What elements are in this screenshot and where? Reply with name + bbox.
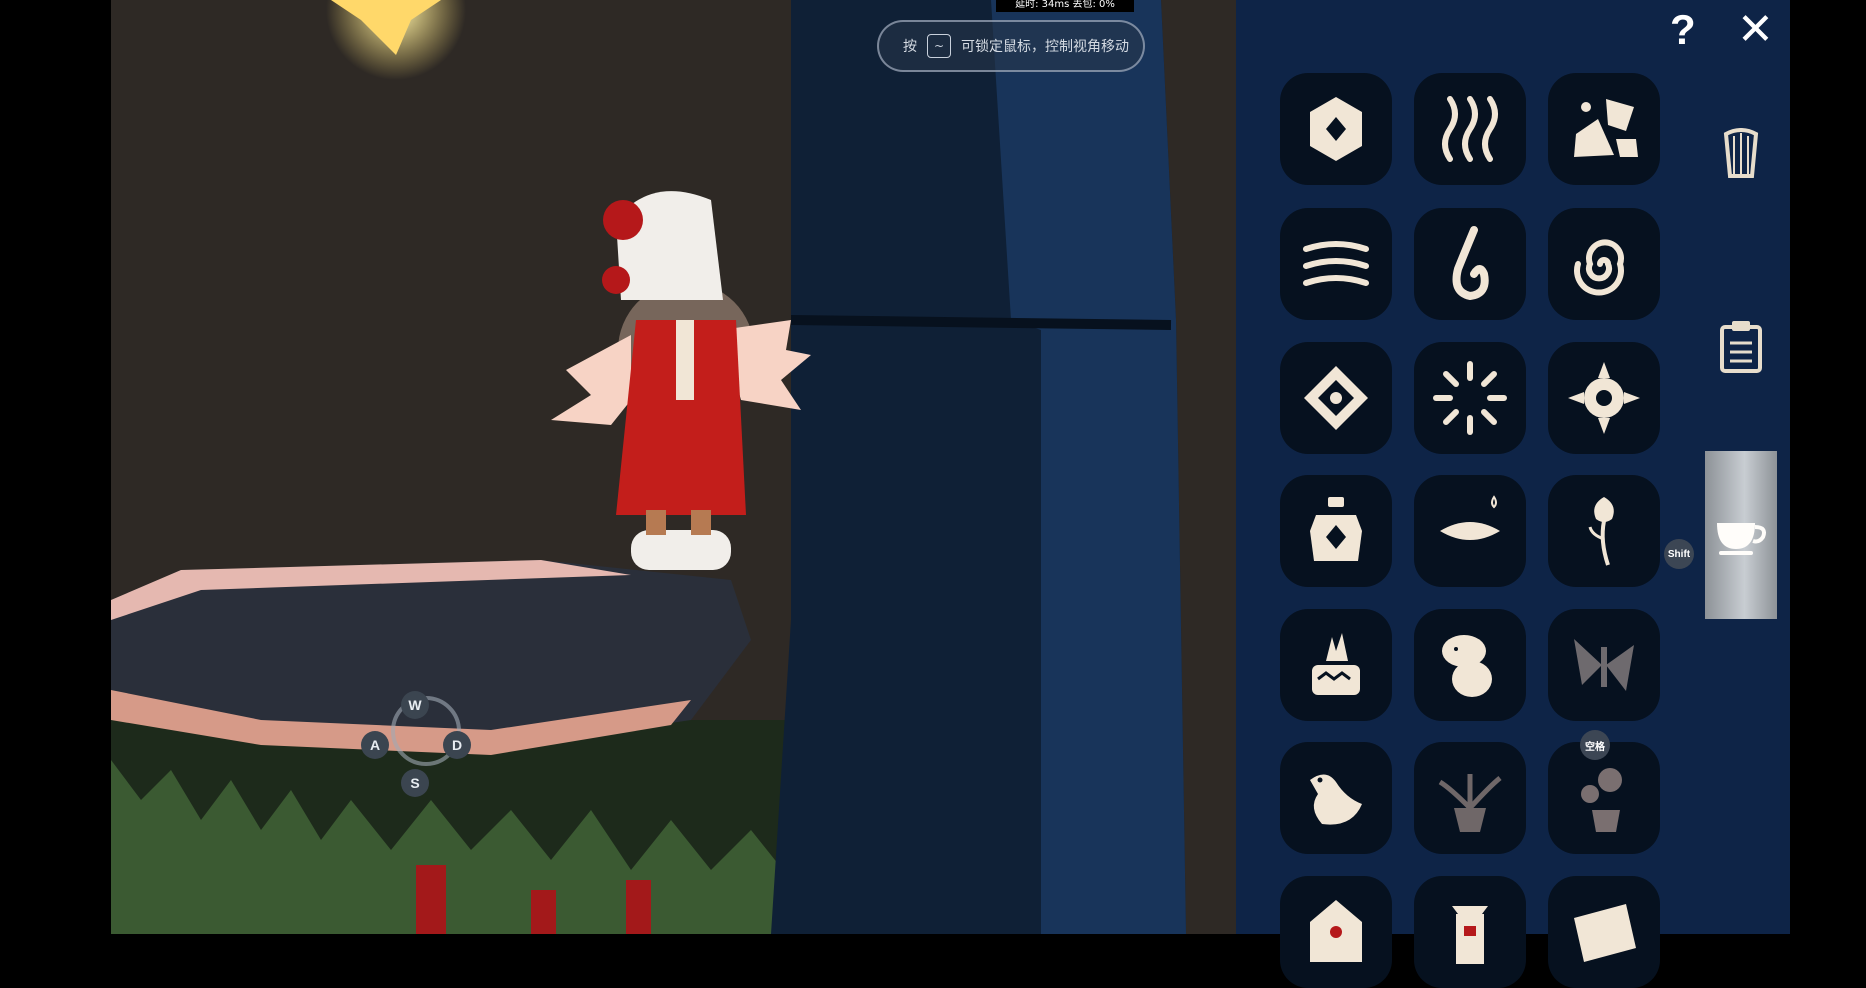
emote-map-card[interactable] [1548, 876, 1660, 988]
mouse-lock-hint: 按 ~ 可锁定鼠标，控制视角移动 [877, 20, 1145, 72]
flame-hook-icon [1452, 226, 1489, 301]
emote-butterfly[interactable] [1548, 609, 1660, 721]
emote-plant-vase[interactable] [1414, 742, 1526, 854]
butterfly-icon [1574, 639, 1634, 691]
game-scene [111, 0, 1790, 934]
wavy-lines-icon [1442, 96, 1498, 162]
key-a[interactable]: A [361, 731, 389, 759]
close-button[interactable]: ✕ [1737, 4, 1774, 55]
emote-flame-hook[interactable] [1414, 208, 1526, 320]
gear-sun-icon [1568, 362, 1640, 434]
emote-gear-sun[interactable] [1548, 342, 1660, 454]
shift-key-badge: Shift [1664, 539, 1694, 569]
space-key-badge: 空格 [1580, 730, 1610, 760]
emote-sunburst[interactable] [1414, 342, 1526, 454]
emote-wind[interactable] [1280, 208, 1392, 320]
sunburst-icon [1433, 361, 1507, 435]
emote-rocks[interactable] [1548, 73, 1660, 185]
tab-notes[interactable] [1705, 272, 1777, 422]
emote-rose[interactable] [1548, 475, 1660, 587]
crystal-cake-icon [1312, 633, 1360, 695]
emote-hexagon-gem[interactable] [1280, 73, 1392, 185]
bird-icon [1310, 774, 1362, 825]
tab-music[interactable] [1705, 80, 1777, 230]
plant-vase-icon [1438, 774, 1502, 832]
emote-diamond-dot[interactable] [1280, 342, 1392, 454]
rocks-icon [1574, 99, 1638, 157]
emote-lantern[interactable] [1414, 876, 1526, 988]
emote-moomin[interactable] [1414, 609, 1526, 721]
key-s[interactable]: S [401, 769, 429, 797]
help-button[interactable]: ? [1670, 6, 1696, 54]
harp-icon [1723, 128, 1759, 178]
emote-house[interactable] [1280, 876, 1392, 988]
house-icon [1310, 900, 1362, 962]
spiral-icon [1574, 239, 1624, 296]
bottle-icon [1310, 497, 1362, 561]
emote-wavy-lines[interactable] [1414, 73, 1526, 185]
hexagon-gem-icon [1310, 97, 1362, 161]
emote-crystal-cake[interactable] [1280, 609, 1392, 721]
teacup-icon [1717, 523, 1766, 555]
emote-bottle[interactable] [1280, 475, 1392, 587]
moomin-icon [1442, 635, 1492, 697]
emote-bird[interactable] [1280, 742, 1392, 854]
key-w[interactable]: W [401, 691, 429, 719]
emote-pillow[interactable] [1414, 475, 1526, 587]
game-viewport[interactable]: 延时: 34ms 丢包: 0% 按 ~ 可锁定鼠标，控制视角移动 W A D S [111, 0, 1790, 934]
hint-text: 可锁定鼠标，控制视角移动 [961, 39, 1129, 55]
lantern-icon [1452, 906, 1488, 964]
sunflower-vase-icon [1581, 768, 1622, 832]
key-d[interactable]: D [443, 731, 471, 759]
tilde-key-icon: ~ [927, 34, 951, 58]
rose-icon [1588, 497, 1614, 566]
diamond-dot-icon [1304, 366, 1368, 430]
clipboard-icon [1720, 321, 1762, 373]
pillow-icon [1440, 495, 1500, 540]
network-stats: 延时: 34ms 丢包: 0% [996, 0, 1134, 12]
tab-emotes[interactable] [1705, 451, 1777, 619]
emote-spiral[interactable] [1548, 208, 1660, 320]
wind-icon [1303, 241, 1369, 286]
emote-sunflower-vase[interactable] [1548, 742, 1660, 854]
map-card-icon [1574, 904, 1636, 962]
hint-prefix: 按 [903, 39, 917, 55]
